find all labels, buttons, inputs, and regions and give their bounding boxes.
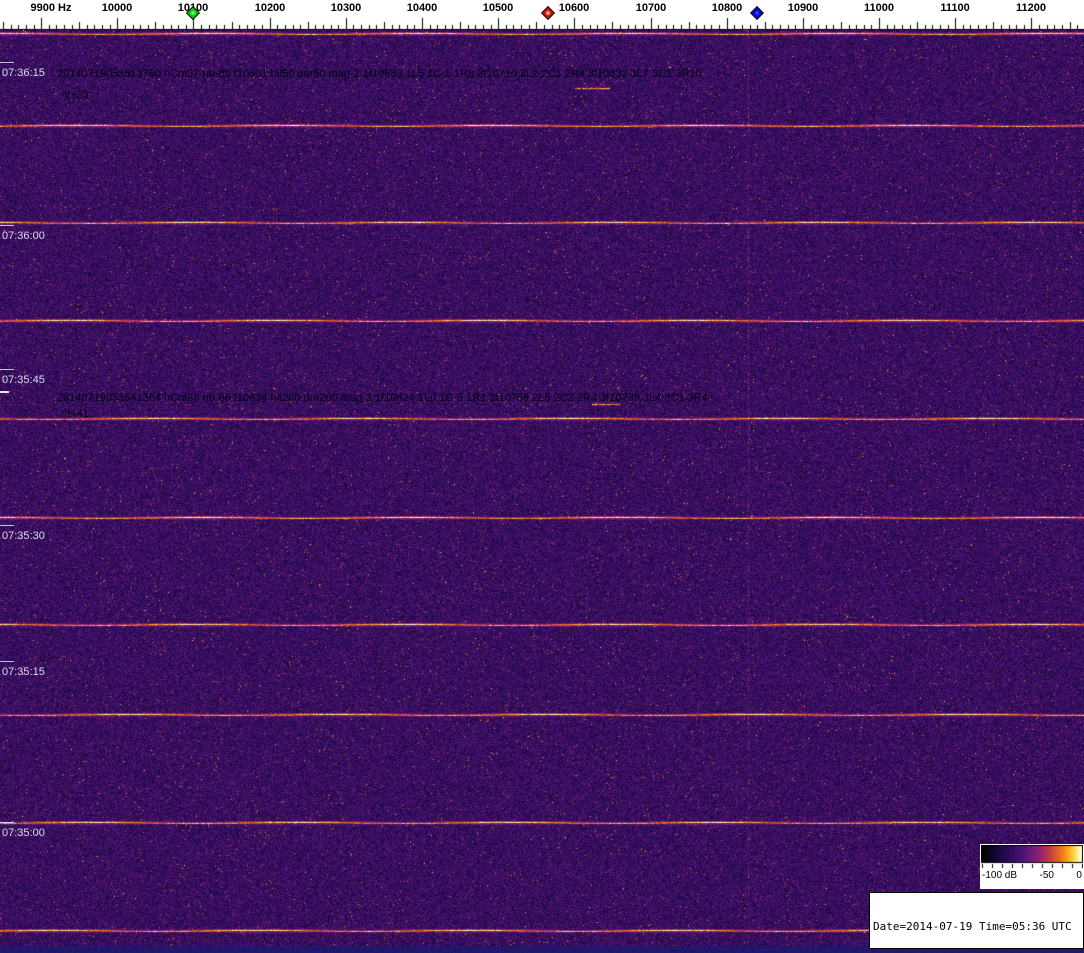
colorbar-min-label: -100 dB <box>982 869 1017 883</box>
time-tick-mark <box>0 525 14 526</box>
time-axis-label: 07:35:15 <box>2 666 45 678</box>
freq-tick-label: 9900 Hz <box>31 2 72 14</box>
info-date-line: Date=2014-07-19 Time=05:36 UTC <box>873 920 1080 933</box>
freq-tick-label: 10900 <box>788 2 819 14</box>
meteor-spectrogram-window: 9900 Hz100001010010200103001040010500106… <box>0 0 1084 953</box>
time-axis-label: 07:35:30 <box>2 530 45 542</box>
event-annotation: 20140719053613760 hCnt37 nb-89 f10601 hi… <box>57 68 702 80</box>
freq-tick-label: 11200 <box>1016 2 1046 14</box>
colorbar-legend: -100 dB -50 0 <box>980 844 1084 889</box>
time-tick-mark <box>0 822 14 823</box>
freq-tick-label: 10700 <box>636 2 667 14</box>
freq-tick-label: 10300 <box>331 2 362 14</box>
time-axis-label: 07:36:00 <box>2 230 45 242</box>
freq-tick-label: 10800 <box>712 2 743 14</box>
frequency-ruler: 9900 Hz100001010010200103001040010500106… <box>0 0 1084 30</box>
event-time-offset: ^t+41 <box>62 408 89 420</box>
event-time-offset: ^t+13 <box>62 89 89 101</box>
time-tick-mark <box>0 225 14 226</box>
status-info-box: Date=2014-07-19 Time=05:36 UTC Freq=143 … <box>869 892 1084 949</box>
colorbar-labels: -100 dB -50 0 <box>981 869 1083 883</box>
colorbar-max-label: 0 <box>1076 869 1082 883</box>
freq-tick-label: 11000 <box>864 2 894 14</box>
time-tick-mark <box>0 369 14 370</box>
freq-tick-label: 10400 <box>407 2 438 14</box>
time-axis-label: 07:35:45 <box>2 374 45 386</box>
freq-tick-label: 11100 <box>940 2 969 14</box>
event-annotation: 20140719053541364 hCnt36 nb-88 f10634 hi… <box>57 392 708 404</box>
colorbar-gradient <box>981 845 1083 869</box>
freq-tick-label: 10000 <box>102 2 133 14</box>
freq-tick-label: 10500 <box>483 2 514 14</box>
freq-tick-label: 10600 <box>559 2 590 14</box>
time-axis-label: 07:35:00 <box>2 827 45 839</box>
time-axis-label: 07:36:15 <box>2 67 45 79</box>
freq-tick-label: 10200 <box>255 2 286 14</box>
event-edge-mark <box>0 391 9 393</box>
time-tick-mark <box>0 661 14 662</box>
colorbar-mid-label: -50 <box>1040 869 1054 883</box>
spectrogram-waterfall <box>0 30 1084 953</box>
time-tick-mark <box>0 62 14 63</box>
